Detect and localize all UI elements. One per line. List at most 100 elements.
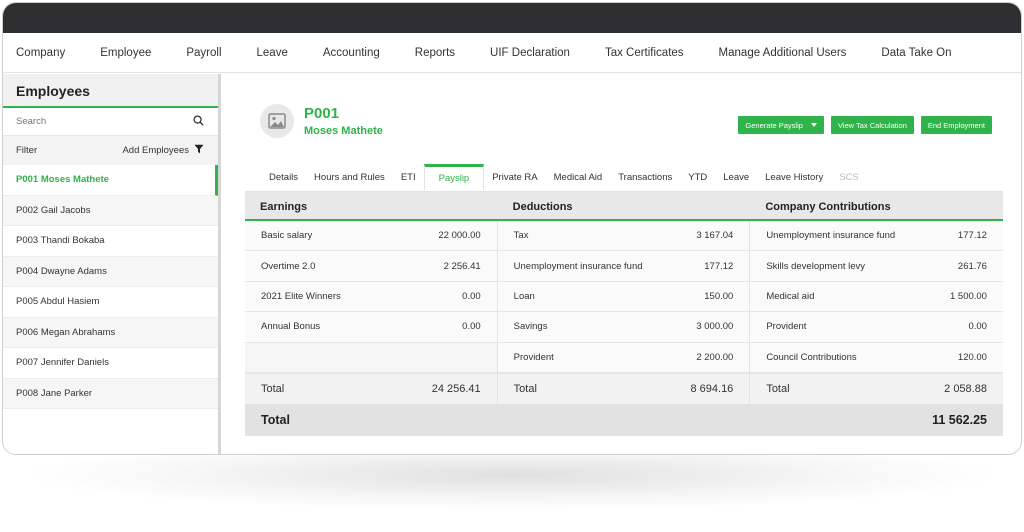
payslip-table: Earnings Deductions Company Contribution… bbox=[245, 191, 1003, 436]
employee-code: P001 bbox=[304, 105, 340, 122]
window-titlebar bbox=[3, 3, 1021, 33]
earnings-item-label: 2021 Elite Winners bbox=[261, 290, 341, 302]
employee-list-item[interactable]: P008 Jane Parker bbox=[3, 378, 218, 409]
contributions-item-label: Provident bbox=[766, 321, 807, 333]
sidebar-search bbox=[3, 108, 218, 136]
earnings-row: Basic salary 22 000.00 bbox=[245, 221, 497, 252]
employee-list-item[interactable]: P005 Abdul Hasiem bbox=[3, 287, 218, 318]
tab-transactions[interactable]: Transactions bbox=[610, 164, 680, 190]
contributions-row: Medical aid 1 500.00 bbox=[750, 281, 1003, 313]
contributions-row: Skills development levy 261.76 bbox=[750, 251, 1003, 282]
earnings-item-label: Annual Bonus bbox=[261, 321, 321, 333]
payslip-body: Basic salary 22 000.00 Overtime 2.0 2 256.4… bbox=[245, 221, 1003, 374]
deductions-item-value: 3 167.04 bbox=[696, 230, 734, 242]
search-icon[interactable] bbox=[193, 113, 204, 131]
earnings-item-value: 0.00 bbox=[462, 290, 481, 302]
tab-private-ra[interactable]: Private RA bbox=[484, 164, 545, 190]
nav-manage-additional-users[interactable]: Manage Additional Users bbox=[719, 47, 847, 59]
tab-leave-history[interactable]: Leave History bbox=[757, 164, 831, 190]
filter-bar: Filter Add Employees bbox=[3, 136, 218, 165]
earnings-item-value: 0.00 bbox=[462, 321, 481, 333]
deductions-total-value: 8 694.16 bbox=[690, 382, 734, 395]
earnings-row: 2021 Elite Winners 0.00 bbox=[245, 281, 497, 313]
deductions-item-value: 150.00 bbox=[704, 290, 734, 302]
earnings-header: Earnings bbox=[260, 201, 308, 213]
tab-eti[interactable]: ETI bbox=[393, 164, 424, 190]
tab-details[interactable]: Details bbox=[261, 164, 306, 190]
deductions-item-value: 3 000.00 bbox=[696, 321, 734, 333]
total-label: Total bbox=[513, 382, 537, 395]
add-employees-label: Add Employees bbox=[122, 145, 189, 156]
contributions-item-label: Council Contributions bbox=[766, 351, 857, 363]
contributions-item-value: 120.00 bbox=[957, 351, 987, 363]
view-tax-calculation-button[interactable]: View Tax Calculation bbox=[830, 116, 914, 134]
employee-list-item[interactable]: P006 Megan Abrahams bbox=[3, 317, 218, 348]
earnings-empty-row bbox=[245, 342, 497, 373]
tab-scs: SCS bbox=[839, 171, 859, 183]
end-employment-button[interactable]: End Employment bbox=[920, 116, 992, 134]
caret-down-icon bbox=[810, 123, 817, 127]
nav-tax-certificates[interactable]: Tax Certificates bbox=[605, 47, 684, 59]
top-navigation: Company Employee Payroll Leave Accounting Rep… bbox=[3, 33, 1021, 73]
sidebar-header: Employees bbox=[3, 74, 218, 108]
nav-payroll[interactable]: Payroll bbox=[186, 47, 221, 59]
employees-sidebar: Employees Filter Add Employees P001 Mose… bbox=[3, 74, 221, 454]
tab-medical-aid[interactable]: Medical Aid bbox=[546, 164, 611, 190]
contributions-item-label: Medical aid bbox=[766, 290, 815, 302]
deductions-item-label: Loan bbox=[513, 290, 535, 302]
contributions-item-label: Unemployment insurance fund bbox=[766, 230, 896, 242]
generate-payslip-label: Generate Payslip bbox=[745, 120, 803, 130]
employee-list-item[interactable]: P001 Moses Mathete bbox=[3, 165, 218, 196]
sidebar-title: Employees bbox=[16, 83, 90, 99]
search-input[interactable] bbox=[16, 116, 166, 127]
deductions-header: Deductions bbox=[512, 201, 573, 213]
contributions-row: Unemployment insurance fund 177.12 bbox=[750, 221, 1003, 252]
employee-list-item[interactable]: P003 Thandi Bokaba bbox=[3, 226, 218, 257]
tab-payslip[interactable]: Payslip bbox=[423, 164, 485, 190]
nav-employee[interactable]: Employee bbox=[100, 47, 151, 59]
deductions-row: Unemployment insurance fund 177.12 bbox=[497, 251, 750, 282]
tab-ytd[interactable]: YTD bbox=[680, 164, 715, 190]
contributions-item-value: 261.76 bbox=[957, 260, 987, 272]
deductions-item-value: 2 200.00 bbox=[696, 351, 734, 363]
tab-hours-and-rules[interactable]: Hours and Rules bbox=[306, 164, 393, 190]
deductions-item-label: Provident bbox=[513, 351, 554, 363]
earnings-row: Annual Bonus 0.00 bbox=[245, 312, 497, 343]
earnings-column: Basic salary 22 000.00 Overtime 2.0 2 256.4… bbox=[245, 221, 498, 373]
grand-total-row: Total 11 562.25 bbox=[245, 404, 1003, 436]
earnings-item-value: 2 256.41 bbox=[443, 260, 481, 272]
nav-data-take-on[interactable]: Data Take On bbox=[881, 47, 951, 59]
deductions-item-label: Unemployment insurance fund bbox=[513, 260, 643, 272]
contributions-item-value: 1 500.00 bbox=[949, 290, 987, 302]
contributions-item-label: Skills development levy bbox=[766, 260, 866, 272]
earnings-item-label: Basic salary bbox=[261, 230, 313, 242]
tab-leave[interactable]: Leave bbox=[715, 164, 757, 190]
earnings-item-label: Overtime 2.0 bbox=[261, 260, 316, 272]
deductions-row: Loan 150.00 bbox=[497, 281, 750, 313]
contributions-row: Provident 0.00 bbox=[750, 312, 1003, 343]
nav-leave[interactable]: Leave bbox=[257, 47, 288, 59]
contributions-item-value: 0.00 bbox=[968, 321, 987, 333]
deductions-row: Provident 2 200.00 bbox=[497, 342, 750, 373]
total-label: Total bbox=[261, 382, 285, 395]
deductions-item-label: Savings bbox=[513, 321, 548, 333]
nav-uif-declaration[interactable]: UIF Declaration bbox=[490, 47, 570, 59]
generate-payslip-button[interactable]: Generate Payslip bbox=[738, 116, 824, 134]
employee-list-item[interactable]: P007 Jennifer Daniels bbox=[3, 348, 218, 379]
nav-reports[interactable]: Reports bbox=[415, 47, 455, 59]
contributions-item-value: 177.12 bbox=[957, 230, 987, 242]
earnings-row: Overtime 2.0 2 256.41 bbox=[245, 251, 497, 282]
deductions-row: Tax 3 167.04 bbox=[497, 221, 750, 252]
employee-list-item[interactable]: P004 Dwayne Adams bbox=[3, 256, 218, 287]
earnings-total: Total 24 256.41 bbox=[245, 373, 498, 404]
deductions-total: Total 8 694.16 bbox=[498, 373, 751, 404]
nav-accounting[interactable]: Accounting bbox=[323, 47, 380, 59]
employee-list: P001 Moses Mathete P002 Gail Jacobs P003 T… bbox=[3, 165, 218, 409]
contributions-total-value: 2 058.88 bbox=[944, 382, 987, 395]
contributions-total: Total 2 058.88 bbox=[750, 374, 1003, 404]
add-employees-button[interactable]: Add Employees bbox=[122, 144, 204, 157]
filter-button[interactable]: Filter bbox=[16, 145, 37, 156]
funnel-icon[interactable] bbox=[194, 144, 204, 157]
nav-company[interactable]: Company bbox=[16, 47, 65, 59]
employee-list-item[interactable]: P002 Gail Jacobs bbox=[3, 195, 218, 226]
